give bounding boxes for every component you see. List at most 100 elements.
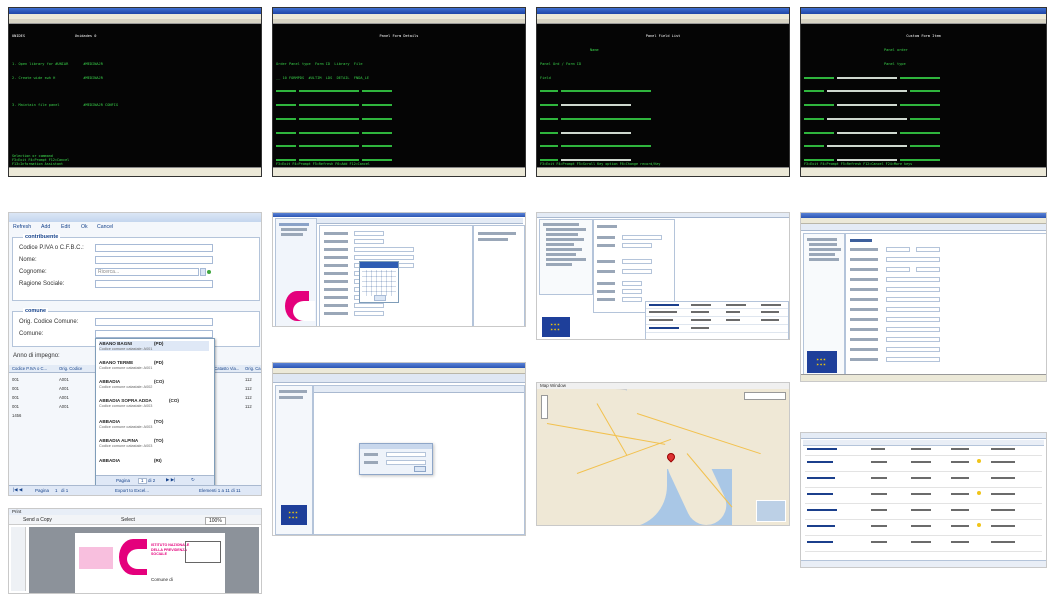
terminal-thumbnail-2[interactable]: Panel Form Details Order Panel type Form… <box>272 7 526 177</box>
terminal-thumbnail-1[interactable]: UNIDES Unidades 0 1. Open library for #U… <box>8 7 262 177</box>
select-tool-button[interactable]: Select <box>121 517 135 523</box>
date-picker-popup[interactable] <box>359 261 399 303</box>
list-item[interactable]: ABBADIA SOPRA ADDA (CO) Codice comune cat… <box>99 398 209 408</box>
login-button[interactable] <box>414 466 426 472</box>
page-total: di 1 <box>61 488 69 493</box>
list-item[interactable]: ABANO BAGNI (PD) Codice comune catastale:… <box>99 341 209 351</box>
tab-strip[interactable] <box>317 218 523 224</box>
browser-form-thumbnail[interactable]: ✶✶✶ ✶✶✶ <box>800 212 1047 382</box>
brand-line: ISTITUTO NAZIONALE <box>151 543 190 547</box>
terminal-field: Field <box>540 75 551 80</box>
map-thumbnail[interactable]: Map Window <box>536 382 790 526</box>
item-province: (PD) <box>154 360 164 365</box>
nome-input[interactable] <box>95 256 213 264</box>
print-preview-thumbnail[interactable]: Print Send a Copy Select 100% ISTITUTO N… <box>8 508 262 594</box>
piva-input[interactable] <box>95 244 213 252</box>
window-title-bar <box>273 213 525 217</box>
column-header[interactable]: Orig. Codice <box>59 366 82 371</box>
page-number-input[interactable]: 1 <box>55 488 58 493</box>
cell: 001 <box>12 404 19 409</box>
add-icon[interactable] <box>207 270 211 274</box>
terminal-thumbnail-4[interactable]: Custom Form Item Panel order Panel type … <box>800 7 1047 177</box>
tree-app-thumbnail[interactable]: ✶✶✶ ✶✶✶ <box>536 212 790 340</box>
navigation-tree[interactable] <box>539 219 593 295</box>
ragione-sociale-input[interactable] <box>95 280 213 288</box>
edit-button[interactable]: Edit <box>61 224 70 230</box>
menu-option: 2. Create wide swh H #MEDINAJR <box>12 75 103 80</box>
side-panel <box>473 225 525 326</box>
comune-dropdown-list[interactable]: ABANO BAGNI (PD) Codice comune catastale:… <box>95 338 215 486</box>
address-box <box>185 541 221 563</box>
ok-button[interactable]: Ok <box>81 224 88 230</box>
browser-toolbar[interactable] <box>801 224 1046 231</box>
map-land <box>627 389 789 469</box>
next-page-icon[interactable]: ▶ ▶| <box>166 477 175 483</box>
item-detail: Codice comune catastale: A001 <box>99 347 153 351</box>
terminal-screen: Custom Form Item Panel order Panel type <box>804 25 1043 175</box>
datepicker-app-thumbnail[interactable] <box>272 212 526 327</box>
list-item[interactable]: ABBADIA ALPINA (TO) Codice comune catasta… <box>99 438 163 448</box>
dropdown-pager: Pagina 1 di 2 ▶ ▶| ↻ <box>96 475 214 485</box>
zoom-control[interactable] <box>541 395 548 419</box>
modal-app-thumbnail[interactable]: ✶✶✶ ✶✶✶ <box>272 362 526 536</box>
cognome-input[interactable]: Ricerca... <box>95 268 199 276</box>
form-thumbnail[interactable]: Refresh Add Edit Ok Cancel contribuente … <box>8 212 262 496</box>
column-header[interactable]: Orig. Ca <box>245 366 261 371</box>
first-page-icon[interactable]: |◀ ◀ <box>13 487 22 493</box>
terminal-header-title: Unidades 0 <box>74 34 97 39</box>
status-bar <box>273 167 525 176</box>
calendar-grid[interactable] <box>362 270 396 296</box>
tab-strip[interactable] <box>801 433 1046 439</box>
add-button[interactable]: Add <box>41 224 50 230</box>
terminal-header: Custom Form Item <box>906 34 941 39</box>
map-type-selector[interactable] <box>744 392 786 400</box>
function-keys: F3=Exit F4=Prompt F5=Refresh F6=Add F12=… <box>276 162 370 166</box>
zoom-select[interactable]: 100% <box>205 517 226 525</box>
tab-strip[interactable] <box>314 386 524 393</box>
list-item[interactable]: ABBADIA (RI) <box>99 458 162 464</box>
cell: 001 <box>12 377 19 382</box>
search-trigger-icon[interactable] <box>200 268 206 276</box>
export-excel-button[interactable]: Export to Excel... <box>115 488 149 493</box>
field-label: Anno di impegno: <box>13 353 60 359</box>
table-thumbnail[interactable] <box>800 432 1047 568</box>
column-header[interactable]: Codice P.IVA o C... <box>12 366 47 371</box>
send-copy-button[interactable]: Send a Copy <box>23 517 52 523</box>
terminal-header: Panel Form Details <box>379 34 419 39</box>
calendar-header <box>360 262 398 268</box>
brand-line: SOCIALE <box>151 552 167 556</box>
today-button[interactable] <box>374 295 386 301</box>
page-number-input[interactable]: 1 <box>138 478 147 484</box>
login-dialog[interactable] <box>359 443 433 475</box>
item-province: (RI) <box>154 458 162 463</box>
menu-option: 3. Maintain file panel #MEDINAJR CONFIG <box>12 103 119 108</box>
section-title: comune <box>23 308 49 314</box>
overview-map[interactable] <box>756 500 786 522</box>
list-item[interactable]: ABANO TERME (PD) Codice comune catastale:… <box>99 360 163 370</box>
cell: 112 <box>245 386 252 391</box>
item-name: ABANO TERME <box>99 360 134 365</box>
refresh-icon[interactable]: ↻ <box>191 477 195 483</box>
eu-flag: ✶✶✶ ✶✶✶ <box>807 351 837 373</box>
orig-codice-comune-input[interactable] <box>95 318 213 326</box>
comune-combobox[interactable] <box>95 330 213 338</box>
terminal-thumbnail-3[interactable]: Panel Field List Name Panel Ord / Form I… <box>536 7 790 177</box>
function-key-row: F3=Exit F4=Prompt F5=Refresh F6=Add F12=… <box>276 162 370 166</box>
list-item[interactable]: ABBADIA (CO) Codice comune catastale: A00… <box>99 379 164 389</box>
refresh-button[interactable]: Refresh <box>13 224 31 230</box>
results-grid[interactable] <box>645 301 789 339</box>
stamp-image <box>79 547 113 569</box>
function-keys: F3=Exit F4=Prompt F5=Scroll Key option F… <box>540 162 660 166</box>
field-label: Comune: <box>19 331 44 337</box>
toolbar <box>537 19 789 24</box>
table-pager[interactable] <box>801 560 1046 567</box>
list-item[interactable]: ABBADIA (TO) Codice comune catastale: A00… <box>99 419 163 429</box>
page-thumbnails-pane[interactable] <box>11 527 26 591</box>
edit-form <box>845 233 1046 375</box>
tab-strip[interactable] <box>537 213 789 218</box>
table-header <box>803 440 1044 446</box>
browser-toolbar[interactable] <box>273 374 525 383</box>
cell: A001 <box>59 386 69 391</box>
status-bar <box>801 374 1046 381</box>
cancel-button[interactable]: Cancel <box>97 224 113 230</box>
